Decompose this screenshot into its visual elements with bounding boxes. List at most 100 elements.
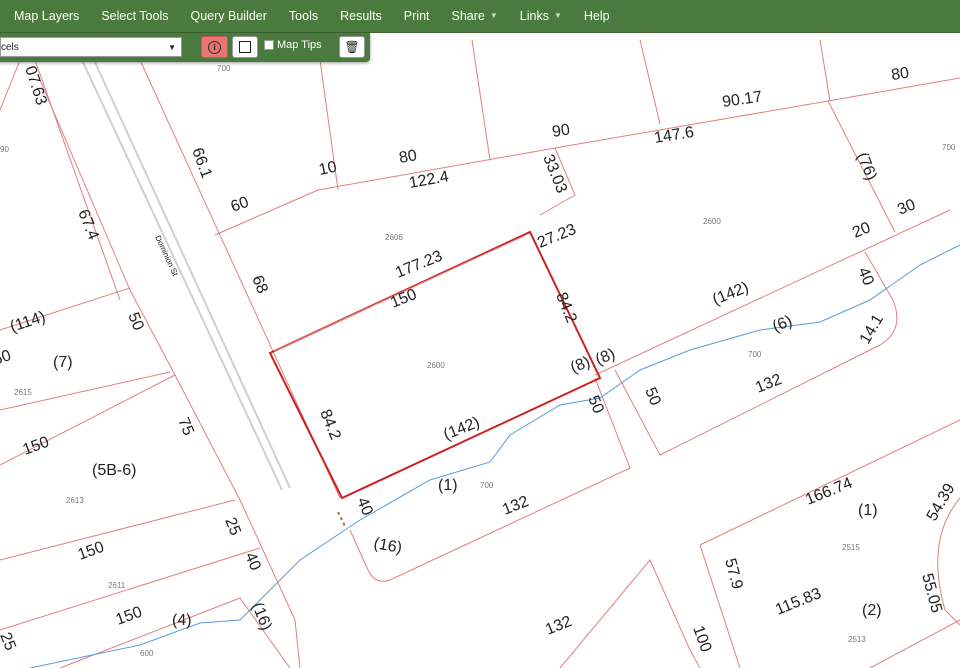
dim-label: 100 <box>689 624 714 655</box>
nav-query-builder[interactable]: Query Builder <box>179 0 277 32</box>
dimension-labels: 07.63 66.1 60 10 80 122.4 33.03 90 147.6… <box>0 64 959 655</box>
parcel-id: 700 <box>217 64 231 73</box>
nav-label: Links <box>519 9 549 23</box>
parcel-id: 700 <box>942 143 956 152</box>
dim-label: 84.2 <box>552 290 579 325</box>
map-tips-checkbox[interactable] <box>264 40 274 50</box>
trash-icon: 🗑 <box>344 40 360 54</box>
dim-label: (6) <box>770 313 795 336</box>
dim-label: 122.4 <box>408 168 450 192</box>
parcel-map[interactable]: Dominion St 07.63 66.1 60 10 80 122.4 33… <box>0 0 960 668</box>
dim-label: 55.05 <box>918 572 945 615</box>
map-tips-label: Map Tips <box>277 39 322 51</box>
parcel-id: 2513 <box>848 635 866 644</box>
parcel-id: 2515 <box>842 543 860 552</box>
dim-label: 40 <box>241 550 263 573</box>
dim-label: 40 <box>854 265 876 288</box>
dim-label: 132 <box>543 613 574 639</box>
dim-label: 147.6 <box>653 124 695 147</box>
nav-print[interactable]: Print <box>393 0 441 32</box>
parcel-id: 2606 <box>385 233 403 242</box>
dim-label: (76) <box>853 150 879 183</box>
nav-map-layers[interactable]: Map Layers <box>0 0 90 32</box>
dim-label: 27.23 <box>535 221 579 252</box>
parcel-ids: 700 700 90 2606 2600 2600 700 2615 2613 … <box>0 64 956 658</box>
dim-label: 30 <box>895 196 918 218</box>
dim-label: 132 <box>753 371 784 397</box>
dim-label: 90.17 <box>721 89 763 111</box>
parcel-id: 90 <box>0 145 9 154</box>
dim-label: 115.83 <box>773 585 824 619</box>
dim-label: 150 <box>21 434 52 459</box>
nav-help[interactable]: Help <box>573 0 621 32</box>
parcel-lines <box>0 39 960 668</box>
dim-label: 84.2 <box>316 407 343 442</box>
dim-label: 33.03 <box>539 152 570 196</box>
nav-results[interactable]: Results <box>329 0 393 32</box>
dim-label: 150 <box>388 286 419 312</box>
dim-label: (2) <box>862 602 882 619</box>
dim-label: (16) <box>372 535 403 557</box>
dim-label: 60 <box>229 194 252 216</box>
parcel-id: 600 <box>140 649 154 658</box>
dim-label: 132 <box>500 493 531 519</box>
nav-share[interactable]: Share ▼ <box>441 0 509 32</box>
layer-select-value: cels <box>1 42 19 53</box>
dim-label: 07.63 <box>21 64 50 107</box>
dim-label: (142) <box>441 414 482 444</box>
dim-label: 25 <box>221 515 243 538</box>
caret-down-icon: ▼ <box>553 11 562 20</box>
dim-label: (114) <box>8 308 48 335</box>
layer-select[interactable]: cels ▼ <box>0 37 182 57</box>
parcel-id: 700 <box>748 350 762 359</box>
nav-label: Select Tools <box>101 9 169 23</box>
dim-label: 50 <box>584 393 606 416</box>
dim-label: (1) <box>858 502 878 519</box>
identify-toolbar: cels ▼ i Map Tips 🗑 <box>0 33 370 62</box>
dim-label: 166.74 <box>803 475 855 509</box>
dim-label: (16) <box>248 600 274 633</box>
dim-label: 68 <box>248 273 270 296</box>
dim-label: 40 <box>353 495 375 518</box>
parcel-id: 700 <box>480 481 494 490</box>
dim-label: 177.23 <box>393 248 445 282</box>
dim-label: 54.39 <box>924 481 959 524</box>
parcel-id: 2600 <box>427 361 445 370</box>
dim-label: 50 <box>641 385 663 408</box>
rectangle-select-button[interactable] <box>232 36 258 58</box>
dim-label: (142) <box>710 279 751 309</box>
nav-label: Tools <box>288 9 319 23</box>
dim-label: (5B-6) <box>92 462 136 479</box>
stream <box>29 244 960 668</box>
dim-label: 90 <box>551 121 571 141</box>
dim-label: 57.9 <box>721 557 746 592</box>
dim-label: 80 <box>890 65 910 84</box>
parcel-id: 2600 <box>703 217 721 226</box>
identify-button[interactable]: i <box>201 36 228 58</box>
nav-label: Print <box>403 9 430 23</box>
dim-label: 67.4 <box>74 207 101 242</box>
dim-label: 10 <box>317 159 338 179</box>
nav-label: Query Builder <box>190 9 267 23</box>
dim-label: 20 <box>850 219 873 241</box>
dim-label: (8) <box>593 346 618 369</box>
caret-down-icon: ▼ <box>489 11 498 20</box>
clear-button[interactable]: 🗑 <box>339 36 365 58</box>
nav-label: Map Layers <box>14 9 80 23</box>
parcel-id: 2611 <box>108 581 126 590</box>
dim-label: 150 <box>76 539 107 564</box>
map-tips-toggle[interactable]: Map Tips <box>264 39 322 51</box>
top-navbar: Map Layers Select Tools Query Builder To… <box>0 0 960 33</box>
dim-label: (4) <box>172 612 192 629</box>
nav-links[interactable]: Links ▼ <box>509 0 573 32</box>
info-icon: i <box>208 40 221 54</box>
dim-label: 60 <box>0 347 13 369</box>
nav-tools[interactable]: Tools <box>278 0 329 32</box>
dim-label: 14.1 <box>857 311 887 347</box>
dim-label: 75 <box>174 415 196 438</box>
dim-label: 50 <box>124 310 146 333</box>
nav-select-tools[interactable]: Select Tools <box>90 0 179 32</box>
nav-label: Share <box>451 9 485 23</box>
nav-label: Results <box>340 9 382 23</box>
dim-label: 150 <box>114 604 145 629</box>
